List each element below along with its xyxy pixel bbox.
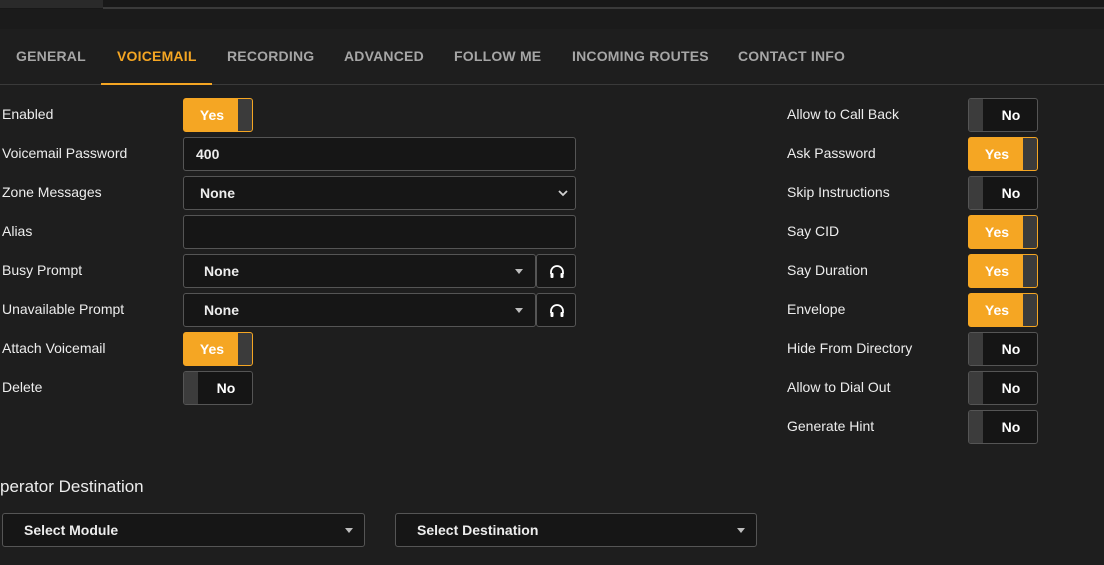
envelope-toggle[interactable]: Yes	[968, 293, 1038, 327]
tab-general[interactable]: GENERAL	[16, 29, 86, 84]
select-destination-dropdown[interactable]: Select Destination	[395, 513, 757, 547]
top-strip	[0, 0, 1104, 9]
say-cid-toggle[interactable]: Yes	[968, 215, 1038, 249]
envelope-toggle-text: Yes	[984, 302, 1010, 318]
tab-follow-me[interactable]: FOLLOW ME	[454, 29, 541, 84]
select-destination-value: Select Destination	[417, 522, 539, 538]
toggle-knob	[1023, 255, 1037, 287]
zone-messages-label: Zone Messages	[2, 184, 102, 200]
select-module-dropdown[interactable]: Select Module	[2, 513, 365, 547]
enabled-label: Enabled	[2, 106, 54, 122]
attach-voicemail-label: Attach Voicemail	[2, 340, 106, 356]
caret-down-icon	[345, 528, 353, 533]
voicemail-password-label: Voicemail Password	[2, 145, 128, 161]
ask-password-toggle-text: Yes	[984, 146, 1010, 162]
hide-from-directory-toggle-text: No	[1001, 341, 1021, 357]
toggle-knob	[969, 99, 983, 131]
top-strip-tab[interactable]	[0, 0, 103, 8]
skip-instructions-toggle-text: No	[1001, 185, 1021, 201]
say-cid-label: Say CID	[787, 223, 840, 239]
select-module-value: Select Module	[24, 522, 119, 538]
allow-dial-out-toggle[interactable]: No	[968, 371, 1038, 405]
say-cid-toggle-text: Yes	[984, 224, 1010, 240]
busy-prompt-select[interactable]: None	[183, 254, 536, 288]
delete-label: Delete	[2, 379, 43, 395]
delete-toggle[interactable]: No	[183, 371, 253, 405]
generate-hint-toggle[interactable]: No	[968, 410, 1038, 444]
say-duration-toggle[interactable]: Yes	[968, 254, 1038, 288]
toggle-knob	[969, 372, 983, 404]
generate-hint-toggle-text: No	[1001, 419, 1021, 435]
tab-contact-info[interactable]: CONTACT INFO	[738, 29, 845, 84]
unavailable-prompt-play-button[interactable]	[536, 293, 576, 327]
zone-messages-select[interactable]: None	[183, 176, 576, 210]
toggle-knob	[184, 372, 198, 404]
allow-call-back-toggle-text: No	[1001, 107, 1021, 123]
allow-dial-out-toggle-text: No	[1001, 380, 1021, 396]
delete-toggle-text: No	[216, 380, 236, 396]
allow-call-back-toggle[interactable]: No	[968, 98, 1038, 132]
busy-prompt-value: None	[204, 263, 239, 279]
headphones-icon	[550, 304, 564, 317]
sub-bar	[0, 9, 1104, 29]
unavailable-prompt-label: Unavailable Prompt	[2, 301, 125, 317]
unavailable-prompt-select[interactable]: None	[183, 293, 536, 327]
zone-messages-value: None	[200, 185, 235, 201]
tab-advanced[interactable]: ADVANCED	[344, 29, 424, 84]
attach-voicemail-toggle-text: Yes	[199, 341, 225, 357]
toggle-knob	[1023, 216, 1037, 248]
hide-from-directory-label: Hide From Directory	[787, 340, 913, 356]
toggle-knob	[238, 333, 252, 365]
allow-dial-out-label: Allow to Dial Out	[787, 379, 891, 395]
voicemail-password-input[interactable]	[183, 137, 576, 171]
caret-down-icon	[515, 269, 523, 274]
enabled-toggle-text: Yes	[199, 107, 225, 123]
skip-instructions-label: Skip Instructions	[787, 184, 890, 200]
envelope-label: Envelope	[787, 301, 846, 317]
tab-incoming-routes[interactable]: INCOMING ROUTES	[572, 29, 709, 84]
caret-down-icon	[515, 308, 523, 313]
busy-prompt-label: Busy Prompt	[2, 262, 83, 278]
headphones-icon	[550, 265, 564, 278]
caret-down-icon	[737, 528, 745, 533]
toggle-knob	[969, 411, 983, 443]
alias-input[interactable]	[183, 215, 576, 249]
toggle-knob	[1023, 138, 1037, 170]
unavailable-prompt-value: None	[204, 302, 239, 318]
toggle-knob	[969, 177, 983, 209]
enabled-toggle[interactable]: Yes	[183, 98, 253, 132]
toggle-knob	[1023, 294, 1037, 326]
allow-call-back-label: Allow to Call Back	[787, 106, 900, 122]
say-duration-toggle-text: Yes	[984, 263, 1010, 279]
alias-label: Alias	[2, 223, 33, 239]
say-duration-label: Say Duration	[787, 262, 868, 278]
ask-password-toggle[interactable]: Yes	[968, 137, 1038, 171]
tab-voicemail[interactable]: VOICEMAIL	[101, 29, 212, 85]
toggle-knob	[238, 99, 252, 131]
skip-instructions-toggle[interactable]: No	[968, 176, 1038, 210]
chevron-down-icon	[558, 190, 568, 197]
tab-recording[interactable]: RECORDING	[227, 29, 314, 84]
ask-password-label: Ask Password	[787, 145, 876, 161]
tab-bar: GENERAL VOICEMAIL RECORDING ADVANCED FOL…	[0, 29, 1104, 85]
generate-hint-label: Generate Hint	[787, 418, 875, 434]
toggle-knob	[969, 333, 983, 365]
operator-destination-title: perator Destination	[0, 477, 144, 496]
hide-from-directory-toggle[interactable]: No	[968, 332, 1038, 366]
busy-prompt-play-button[interactable]	[536, 254, 576, 288]
attach-voicemail-toggle[interactable]: Yes	[183, 332, 253, 366]
